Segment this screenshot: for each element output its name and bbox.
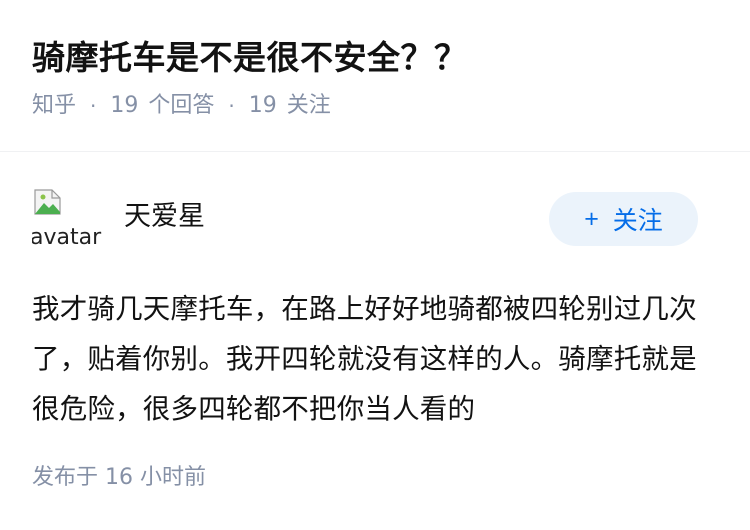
source-label[interactable]: 知乎: [32, 90, 76, 122]
question-title[interactable]: 骑摩托车是不是很不安全？？: [32, 30, 718, 86]
published-time-value: 16 小时前: [105, 465, 207, 490]
follow-button-label: 关注: [612, 207, 663, 235]
meta-separator: ·: [228, 94, 235, 118]
section-divider: [0, 151, 750, 152]
published-time: 发布于 16 小时前: [32, 462, 206, 494]
answers-label: 个回答: [148, 93, 215, 118]
follow-button[interactable]: + 关注: [549, 192, 698, 246]
author-name[interactable]: 天爱星: [124, 199, 205, 235]
answer-card: avatar 天爱星 + 关注 我才骑几天摩托车，在路上好好地骑都被四轮别过几次…: [32, 185, 698, 434]
answers-count: 19: [110, 93, 139, 118]
avatar[interactable]: avatar: [32, 185, 102, 255]
author-row: avatar 天爱星 + 关注: [32, 185, 698, 255]
followers-count: 19: [248, 93, 277, 118]
question-meta: 知乎 · 19 个回答 · 19 关注: [32, 90, 718, 122]
followers-label: 关注: [286, 93, 331, 118]
plus-icon: +: [584, 204, 599, 233]
published-label: 发布于: [32, 465, 99, 490]
avatar-alt-text: avatar: [32, 225, 102, 250]
meta-separator: ·: [90, 94, 97, 118]
answer-content[interactable]: 我才骑几天摩托车，在路上好好地骑都被四轮别过几次了，贴着你别。我开四轮就没有这样…: [32, 284, 698, 434]
broken-image-icon: [34, 189, 61, 215]
question-header: 骑摩托车是不是很不安全？？ 知乎 · 19 个回答 · 19 关注: [32, 30, 718, 122]
